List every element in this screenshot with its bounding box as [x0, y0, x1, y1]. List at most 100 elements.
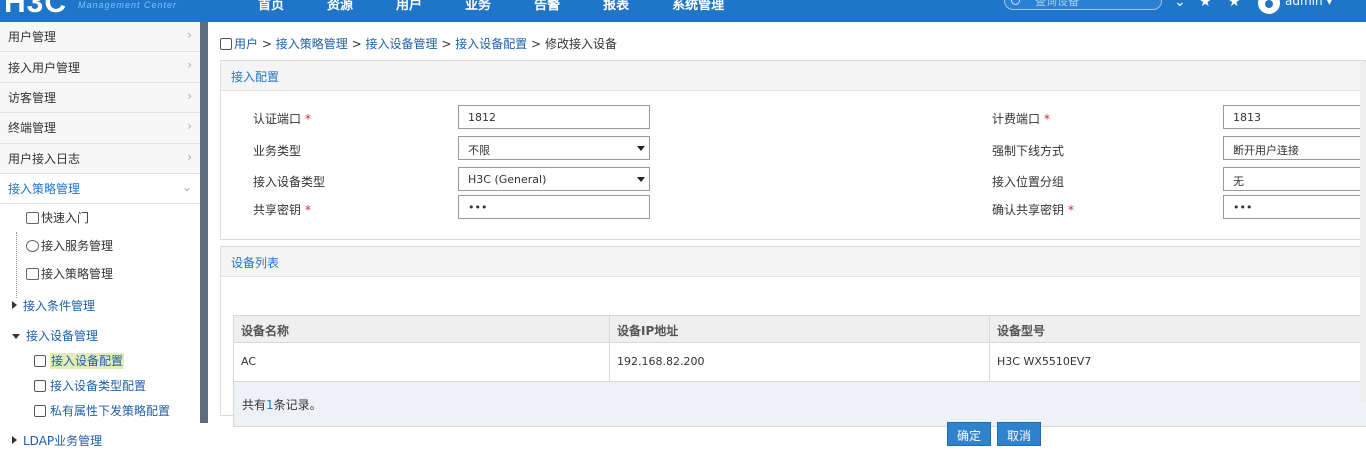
device-table: 设备名称 设备IP地址 设备型号 AC 192.168.82.200 H3C W… — [233, 315, 1366, 427]
chevron-right-icon: › — [187, 28, 192, 42]
group-access-conditions[interactable]: 接入条件管理 — [12, 297, 95, 314]
dropdown-arrow-icon — [637, 146, 645, 151]
sidebar-item-guest[interactable]: 访客管理 › — [0, 82, 200, 114]
device-type-select[interactable]: H3C (General) — [458, 167, 650, 191]
column-header[interactable]: 设备名称 — [234, 316, 610, 342]
username: admin — [1285, 0, 1323, 8]
breadcrumb-access-policy[interactable]: 接入策略管理 — [276, 37, 348, 51]
chevron-right-icon: › — [187, 88, 192, 103]
column-header[interactable]: 设备型号 — [990, 316, 1366, 342]
cell-device-model: H3C WX5510EV7 — [997, 355, 1092, 368]
select-value: H3C (General) — [468, 173, 547, 186]
nav-resources[interactable]: 资源 — [327, 0, 353, 13]
edit-icon — [34, 405, 46, 417]
sub-item-access-service[interactable]: 接入服务管理 — [26, 237, 113, 254]
chevron-down-icon: ⌄ — [181, 179, 192, 194]
tree-connector — [16, 232, 17, 298]
select-value: 不限 — [468, 144, 490, 157]
footer-prefix: 共有 — [242, 398, 267, 412]
policy-icon — [26, 268, 39, 280]
service-type-label: 业务类型 — [253, 144, 302, 158]
user-avatar-icon[interactable] — [1258, 0, 1280, 14]
edit-icon — [34, 380, 46, 392]
shared-key-input[interactable]: ••• — [458, 195, 650, 219]
breadcrumb-current: 修改接入设备 — [544, 37, 617, 51]
panel-title: 设备列表 — [221, 247, 1365, 277]
service-type-select[interactable]: 不限 — [458, 136, 650, 160]
dropdown-arrow-icon — [637, 177, 645, 182]
nav-users[interactable]: 用户 — [396, 0, 422, 13]
billing-port-label: 计费端口 * — [992, 110, 1050, 127]
nav-home[interactable]: 首页 — [258, 0, 284, 13]
chevron-right-icon: › — [187, 119, 192, 134]
top-bar: H3C Management Center 首页 资源 用户 业务 告警 报表 … — [0, 0, 1366, 22]
scrollbar[interactable] — [1360, 62, 1366, 402]
sub-item-access-policy[interactable]: 接入策略管理 — [26, 265, 113, 282]
sidebar: 用户管理 › 接入用户管理 › 访客管理 › 终端管理 › 用户接入日志 › 接入策略管理… — [0, 22, 200, 458]
sub-item-quick-start[interactable]: 快速入门 — [26, 209, 89, 226]
leaf-device-type-config[interactable]: 接入设备类型配置 — [34, 377, 146, 394]
main-content: 用户 > 接入策略管理 > 接入设备管理 > 接入设备配置 > 修改接入设备 接… — [208, 22, 1366, 458]
label-text: 计费端口 — [992, 112, 1041, 126]
sub-item-label: 快速入门 — [41, 211, 90, 225]
cancel-button[interactable]: 取消 — [997, 422, 1042, 446]
user-menu[interactable]: admin ▾ — [1285, 0, 1332, 8]
breadcrumb-access-devices[interactable]: 接入设备管理 — [365, 37, 437, 51]
leaf-label: 接入设备类型配置 — [50, 379, 147, 393]
auth-port-label: 认证端口 * — [253, 110, 311, 127]
required-mark: * — [1068, 203, 1075, 217]
auth-port-input[interactable]: 1812 — [458, 105, 650, 129]
sidebar-splitter-bottom — [200, 423, 208, 458]
group-access-devices[interactable]: 接入设备管理 — [12, 327, 98, 344]
breadcrumb-sep: > — [261, 37, 272, 51]
caret-right-icon — [12, 301, 17, 309]
breadcrumb-device-config[interactable]: 接入设备配置 — [455, 37, 527, 51]
device-type-label: 接入设备类型 — [253, 175, 326, 189]
breadcrumb-sep: > — [351, 37, 362, 51]
search-icon — [1011, 0, 1020, 5]
sidebar-item-access-users[interactable]: 接入用户管理 › — [0, 52, 200, 83]
confirm-key-input[interactable]: ••• — [1223, 195, 1366, 219]
ok-button[interactable]: 确定 — [947, 422, 992, 446]
edit-icon — [34, 355, 46, 367]
caret-right-icon — [12, 436, 17, 444]
required-mark: * — [305, 203, 312, 217]
sidebar-item-access-log[interactable]: 用户接入日志 › — [0, 143, 200, 174]
breadcrumb-users[interactable]: 用户 — [234, 37, 258, 51]
nav-reports[interactable]: 报表 — [603, 0, 629, 13]
footer-suffix: 条记录。 — [273, 398, 322, 412]
breadcrumb-sep: > — [531, 37, 542, 51]
location-group-label: 接入位置分组 — [992, 175, 1065, 189]
sidebar-item-label: 访客管理 — [8, 90, 57, 105]
leaf-label: 私有属性下发策略配置 — [50, 404, 171, 418]
force-offline-select[interactable]: 断开用户连接 — [1223, 136, 1366, 160]
brand-subtitle: Management Center — [78, 0, 178, 10]
device-search-input[interactable]: 查询设备 — [1004, 0, 1162, 10]
billing-port-input[interactable]: 1813 — [1223, 105, 1366, 129]
star-icon[interactable]: ★ — [1199, 0, 1212, 10]
chevron-right-icon: › — [187, 149, 192, 164]
access-config-panel: 接入配置 认证端口 * 1812 计费端口 * 1813 业务类型 不限 强制下线方… — [220, 60, 1366, 240]
sidebar-splitter[interactable] — [200, 22, 208, 423]
nav-alarms[interactable]: 告警 — [534, 0, 560, 13]
group-ldap[interactable]: LDAP业务管理 — [12, 432, 102, 449]
bookmark-icon[interactable]: ★ — [1228, 0, 1241, 10]
device-list-panel: 设备列表 设备名称 设备IP地址 设备型号 AC 192.168.82.200 … — [220, 246, 1366, 427]
sidebar-item-label: 用户接入日志 — [8, 151, 81, 166]
column-header[interactable]: 设备IP地址 — [610, 316, 990, 342]
location-group-select[interactable]: 无 — [1223, 167, 1366, 191]
label-text: 认证端口 — [253, 112, 302, 126]
nav-system[interactable]: 系统管理 — [672, 0, 724, 13]
sidebar-item-terminal[interactable]: 终端管理 › — [0, 113, 200, 144]
chevron-down-icon[interactable]: ⌄ — [1174, 0, 1186, 10]
leaf-private-attr-policy[interactable]: 私有属性下发策略配置 — [34, 402, 170, 419]
nav-services[interactable]: 业务 — [465, 0, 491, 13]
sidebar-item-label: 接入用户管理 — [8, 60, 81, 75]
sidebar-item-label: 用户管理 — [8, 30, 57, 45]
sidebar-item-access-policy[interactable]: 接入策略管理 ⌄ — [0, 173, 200, 205]
sidebar-item-user-management[interactable]: 用户管理 › — [0, 22, 200, 53]
leaf-device-config[interactable]: 接入设备配置 — [34, 352, 125, 369]
panel-title: 接入配置 — [221, 61, 1365, 91]
table-row[interactable]: AC 192.168.82.200 H3C WX5510EV7 — [234, 343, 1366, 382]
force-offline-label: 强制下线方式 — [992, 144, 1065, 158]
